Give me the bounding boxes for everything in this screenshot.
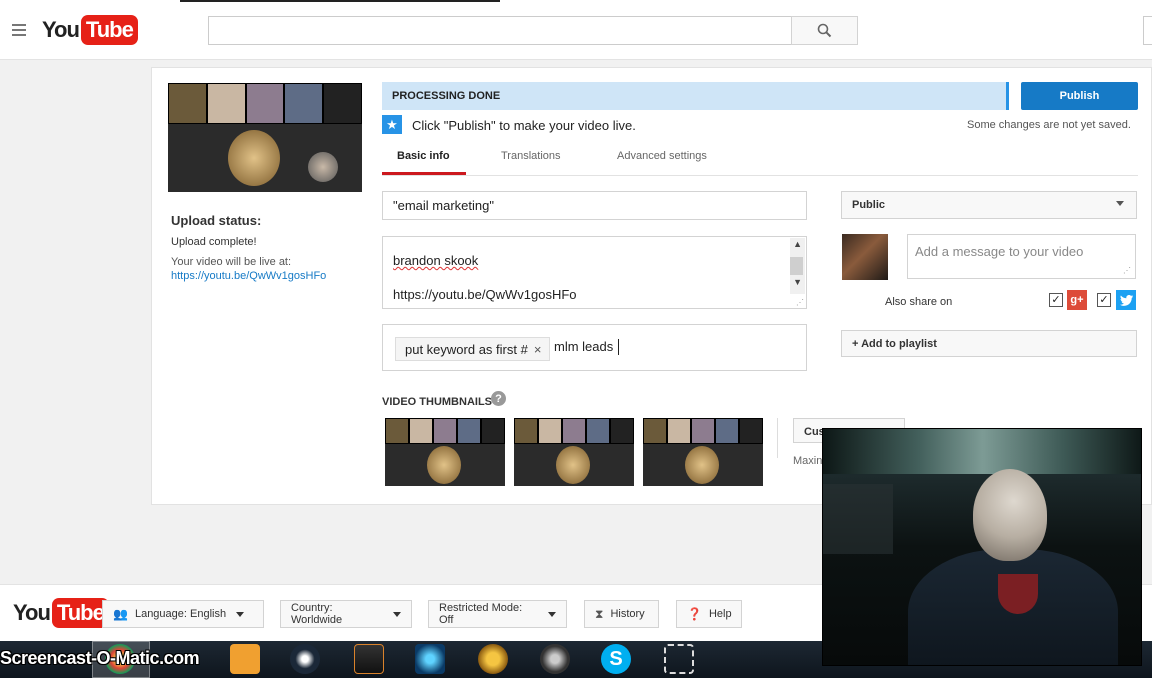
thumbnail-option[interactable] (643, 418, 763, 486)
screen-capture-icon[interactable] (664, 644, 694, 674)
webcam-background-frame (823, 484, 893, 554)
scroll-up-arrow-icon[interactable]: ▲ (793, 239, 802, 249)
chevron-down-icon (1116, 201, 1124, 206)
help-circle-icon: ❓ (687, 607, 702, 621)
eye-app-icon[interactable] (540, 644, 570, 674)
restricted-mode-button[interactable]: Restricted Mode: Off (428, 600, 567, 628)
webcam-background-shelf (823, 429, 1141, 474)
browser-edge-artifact (180, 0, 500, 2)
wow-icon[interactable] (478, 644, 508, 674)
chevron-down-icon (236, 611, 245, 617)
footer-youtube-logo[interactable]: You Tube (13, 598, 109, 628)
add-to-playlist-button[interactable]: + Add to playlist (841, 330, 1137, 357)
help-button[interactable]: ❓ Help (676, 600, 742, 628)
history-button[interactable]: ⧗ History (584, 600, 659, 628)
remove-tag-icon[interactable]: × (534, 342, 542, 357)
tab-translations[interactable]: Translations (501, 150, 561, 162)
tab-advanced-settings[interactable]: Advanced settings (617, 150, 707, 162)
search-icon (817, 23, 832, 38)
webcam-person-collar (998, 574, 1038, 614)
language-label: Language: English (134, 608, 227, 620)
tag-chip: put keyword as first # × (395, 337, 551, 361)
text-caret (618, 339, 619, 355)
search-button[interactable] (791, 16, 858, 45)
live-at-label: Your video will be live at: (171, 256, 292, 268)
publish-button[interactable]: Publish (1021, 82, 1138, 110)
thumbnail-option[interactable] (514, 418, 634, 486)
google-plus-icon[interactable]: g+ (1067, 290, 1087, 310)
guide-menu-icon[interactable] (12, 24, 26, 36)
game-launcher-icon[interactable] (354, 644, 384, 674)
battlenet-icon[interactable] (415, 644, 445, 674)
chevron-down-icon (393, 611, 401, 617)
tag-chip-label: put keyword as first # (405, 341, 528, 357)
language-picker-button[interactable]: 👥 Language: English (102, 600, 264, 628)
tags-input[interactable]: put keyword as first # × mlm leads (382, 324, 807, 371)
avatar (842, 234, 888, 280)
unsaved-changes-text: Some changes are not yet saved. (967, 119, 1131, 131)
resize-grip-icon[interactable]: ⋰ (1123, 266, 1131, 275)
tabs-divider (382, 175, 1138, 176)
hourglass-icon: ⧗ (595, 606, 604, 621)
restricted-mode-label: Restricted Mode: Off (439, 602, 523, 626)
logo-tube-text: Tube (51, 598, 109, 628)
share-message-input[interactable]: Add a message to your video (907, 234, 1136, 279)
description-textarea[interactable]: brandon skook https://youtu.be/QwWv1gosH… (382, 236, 807, 309)
scroll-down-arrow-icon[interactable]: ▼ (793, 277, 802, 287)
thumbnails-divider (777, 418, 778, 458)
help-icon[interactable]: ? (491, 391, 506, 406)
active-tab-indicator (382, 172, 466, 175)
resize-grip-icon[interactable]: ⋰ (796, 298, 804, 307)
upload-status-text: Upload complete! (171, 236, 257, 248)
history-label: History (610, 608, 645, 620)
video-preview-thumbnail[interactable] (168, 83, 362, 192)
star-icon: ★ (382, 115, 402, 134)
logo-you-text: You (42, 17, 80, 42)
title-input[interactable]: "email marketing" (382, 191, 807, 220)
tag-typing-text: mlm leads (554, 339, 614, 354)
scrollbar-thumb[interactable] (790, 257, 803, 275)
video-thumbnails-label: VIDEO THUMBNAILS (382, 396, 492, 408)
logo-you-text: You (13, 600, 51, 625)
webcam-person-head (973, 469, 1047, 561)
youtube-logo[interactable]: You Tube (42, 15, 138, 45)
max-size-text: Maxin (793, 455, 823, 467)
screencast-watermark: Screencast-O-Matic.com (0, 648, 200, 668)
logo-tube-text: Tube (80, 15, 138, 45)
privacy-select[interactable]: Public (841, 191, 1137, 219)
processing-banner: PROCESSING DONE (382, 82, 1009, 110)
upload-status-title: Upload status: (171, 213, 262, 228)
gplus-share-checkbox[interactable]: ✓ (1049, 293, 1063, 307)
country-label: Country: Worldwide (291, 602, 343, 626)
description-line: https://youtu.be/QwWv1gosHFo (393, 287, 577, 302)
tab-basic-info[interactable]: Basic info (397, 150, 450, 162)
twitter-share-checkbox[interactable]: ✓ (1097, 293, 1111, 307)
account-button[interactable] (1143, 16, 1152, 45)
video-url-link[interactable]: https://youtu.be/QwWv1gosHFo (171, 270, 326, 282)
also-share-label: Also share on (885, 296, 953, 308)
help-label: Help (708, 608, 732, 620)
publish-hint-text: Click "Publish" to make your video live. (412, 118, 636, 133)
thumbnail-option[interactable] (385, 418, 505, 486)
country-picker-button[interactable]: Country: Worldwide (280, 600, 412, 628)
description-line: brandon skook (393, 253, 479, 268)
webcam-overlay (822, 428, 1142, 666)
search-input[interactable] (208, 16, 792, 45)
language-icon: 👥 (113, 607, 128, 621)
twitter-icon[interactable] (1116, 290, 1136, 310)
skype-icon[interactable]: S (601, 644, 631, 674)
steam-icon[interactable] (290, 644, 320, 674)
chevron-down-icon (548, 611, 556, 617)
media-player-icon[interactable] (230, 644, 260, 674)
